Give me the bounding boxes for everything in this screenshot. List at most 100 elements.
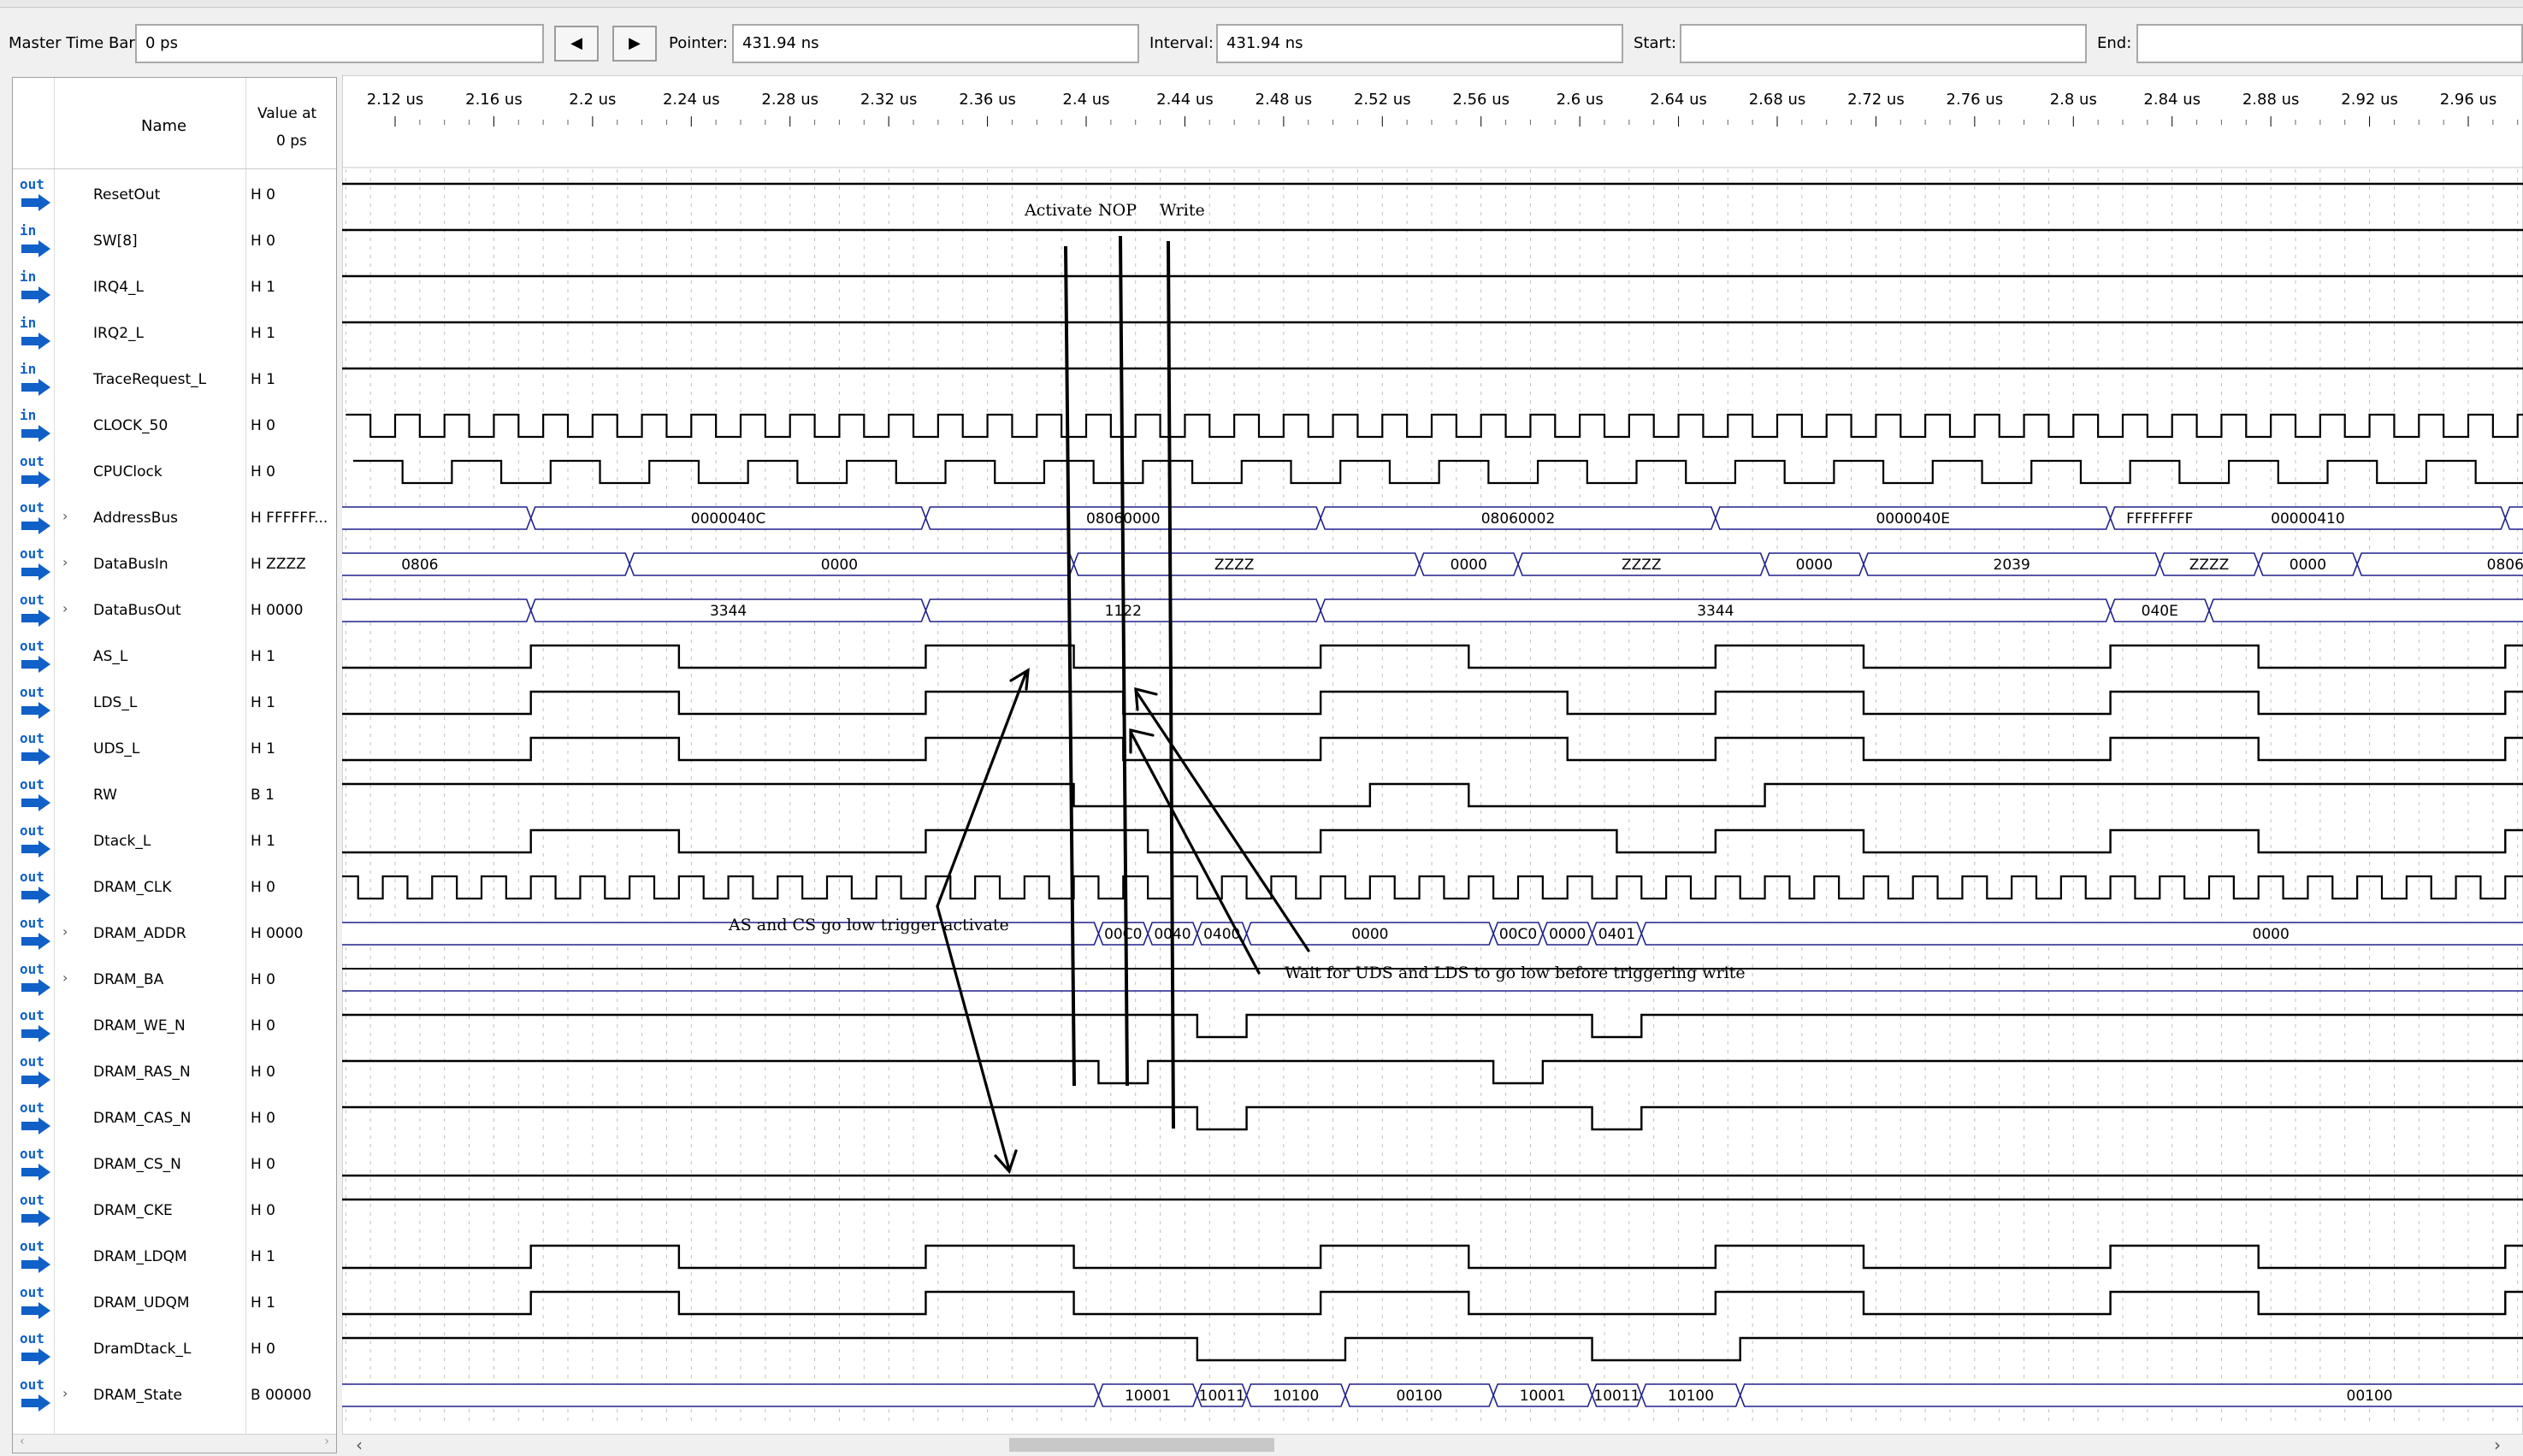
signal-row[interactable]: in CLOCK_50 H 0 — [13, 404, 336, 450]
signal-row[interactable]: out DRAM_CKE H 0 — [13, 1188, 336, 1235]
time-tick-label: 2.8 us — [2050, 91, 2097, 109]
addressbus-value: 08060002 — [1481, 510, 1556, 528]
signal-row[interactable]: out RW B 1 — [13, 773, 336, 819]
signal-row[interactable]: out › DRAM_ADDR H 0000 — [13, 911, 336, 958]
dram-state-value: 10011 — [1593, 1388, 1640, 1405]
signal-row[interactable]: out DRAM_UDQM H 1 — [13, 1281, 336, 1327]
expand-chevron-icon[interactable]: › — [62, 970, 68, 986]
signal-row[interactable]: out AS_L H 1 — [13, 634, 336, 681]
pin-direction-label: out — [20, 545, 44, 562]
signal-value: H 0000 — [251, 602, 304, 619]
dram-state-value: 00100 — [1397, 1388, 1443, 1405]
signal-row[interactable]: out CPUClock H 0 — [13, 450, 336, 496]
start-field[interactable] — [1680, 24, 2087, 63]
scroll-right-arrow-icon[interactable]: › — [2494, 1435, 2501, 1455]
pin-arrow-icon — [21, 1025, 50, 1042]
signal-row[interactable]: out LDS_L H 1 — [13, 681, 336, 727]
scrollbar-thumb[interactable] — [1009, 1438, 1274, 1452]
output-pin-icon: out — [16, 499, 52, 539]
signal-row[interactable]: out › AddressBus H FFFFFF... — [13, 496, 336, 542]
time-tick-label: 2.12 us — [367, 91, 424, 109]
signal-row[interactable]: out UDS_L H 1 — [13, 727, 336, 773]
expand-chevron-icon[interactable]: › — [62, 508, 68, 524]
signal-value: H FFFFFF... — [251, 510, 328, 527]
value-column-header[interactable]: Value at — [257, 105, 316, 122]
time-tick-label: 2.96 us — [2440, 91, 2497, 109]
output-pin-icon: out — [16, 869, 52, 908]
signal-row[interactable]: out DRAM_CLK H 0 — [13, 865, 336, 911]
output-pin-icon: out — [16, 453, 52, 492]
signal-row[interactable]: out › DRAM_State B 00000 — [13, 1373, 336, 1419]
time-tick-label: 2.36 us — [959, 91, 1016, 109]
interval-field[interactable]: 431.94 ns — [1216, 24, 1623, 63]
signal-row[interactable]: out › DataBusIn H ZZZZ — [13, 542, 336, 588]
time-bar-toolbar: Master Time Bar: 0 ps ◀ ▶ Pointer: 431.9… — [0, 9, 2523, 84]
pin-direction-label: out — [20, 1376, 44, 1393]
output-pin-icon: out — [16, 1192, 52, 1231]
pin-direction-label: out — [20, 822, 44, 839]
signal-name: UDS_L — [93, 740, 140, 757]
signal-row[interactable]: out DRAM_CAS_N H 0 — [13, 1096, 336, 1142]
signal-row[interactable]: in SW[8] H 0 — [13, 219, 336, 265]
signal-row[interactable]: out DRAM_WE_N H 0 — [13, 1004, 336, 1050]
waveform-horizontal-scrollbar[interactable]: ‹ › — [342, 1435, 2523, 1455]
time-tick-label: 2.48 us — [1256, 91, 1313, 109]
pin-direction-label: out — [20, 1007, 44, 1023]
signal-row[interactable]: out DRAM_CS_N H 0 — [13, 1142, 336, 1188]
signal-row[interactable]: out DramDtack_L H 0 — [13, 1327, 336, 1373]
databusout-segment — [2208, 598, 2523, 622]
signal-name: DRAM_BA — [93, 971, 164, 988]
scroll-right-icon[interactable]: › — [324, 1435, 329, 1448]
dram-state-segment — [1739, 1383, 2523, 1407]
expand-chevron-icon[interactable]: › — [62, 554, 68, 570]
databusin-value: 0000 — [2290, 557, 2326, 574]
pin-direction-label: out — [20, 961, 44, 977]
as-cs-note: AS and CS go low trigger activate — [728, 916, 1009, 934]
expand-chevron-icon[interactable]: › — [62, 923, 68, 940]
input-pin-icon: in — [16, 361, 52, 400]
name-column-header[interactable]: Name — [141, 117, 186, 135]
scroll-left-arrow-icon[interactable]: ‹ — [356, 1435, 363, 1455]
master-time-bar-field[interactable]: 0 ps — [135, 24, 544, 63]
signal-row[interactable]: out › DataBusOut H 0000 — [13, 588, 336, 634]
signal-value: H 0 — [251, 233, 276, 250]
signal-row[interactable]: out DRAM_RAS_N H 0 — [13, 1050, 336, 1096]
next-transition-button[interactable]: ▶ — [612, 26, 657, 62]
signal-row[interactable]: in IRQ4_L H 1 — [13, 265, 336, 311]
signal-row[interactable]: out ResetOut H 0 — [13, 173, 336, 219]
pin-direction-label: out — [20, 1099, 44, 1116]
signal-row[interactable]: in TraceRequest_L H 1 — [13, 357, 336, 404]
signal-list-scrollbar[interactable]: ‹ › — [13, 1434, 336, 1453]
signal-row[interactable]: in IRQ2_L H 1 — [13, 311, 336, 357]
dram-addr-value: 0000 — [1549, 926, 1586, 943]
pin-direction-label: out — [20, 176, 44, 192]
previous-transition-button[interactable]: ◀ — [554, 26, 599, 62]
pointer-field[interactable]: 431.94 ns — [732, 24, 1139, 63]
signal-name: DRAM_ADDR — [93, 925, 186, 942]
master-time-bar-label: Master Time Bar: — [9, 34, 140, 52]
waveform-background — [342, 75, 2523, 1435]
signal-name: ResetOut — [93, 186, 161, 203]
signal-row[interactable]: out Dtack_L H 1 — [13, 819, 336, 865]
signal-value: H 1 — [251, 833, 276, 850]
signal-name: DRAM_State — [93, 1387, 183, 1404]
addressbus-segment — [2504, 506, 2523, 530]
signal-value: H 0 — [251, 879, 276, 896]
signal-row[interactable]: out › DRAM_BA H 0 — [13, 958, 336, 1004]
pin-direction-label: in — [20, 315, 37, 331]
pin-direction-label: in — [20, 268, 37, 285]
waveform-canvas[interactable]: 2.12 us 2.16 us 2.2 us 2.24 us 2.28 us 2.32 u… — [342, 75, 2523, 1435]
pin-direction-label: out — [20, 453, 44, 469]
pointer-label: Pointer: — [669, 34, 728, 52]
end-field[interactable] — [2136, 24, 2523, 63]
output-pin-icon: out — [16, 730, 52, 769]
signal-value: H 1 — [251, 648, 276, 665]
signal-row[interactable]: out DRAM_LDQM H 1 — [13, 1235, 336, 1281]
expand-chevron-icon[interactable]: › — [62, 1385, 68, 1401]
scroll-left-icon[interactable]: ‹ — [20, 1435, 25, 1448]
dram-addr-value: 0000 — [1351, 926, 1388, 943]
expand-chevron-icon[interactable]: › — [62, 600, 68, 616]
output-pin-icon: out — [16, 638, 52, 677]
pin-arrow-icon — [21, 379, 50, 396]
signal-value: H 0 — [251, 971, 276, 988]
